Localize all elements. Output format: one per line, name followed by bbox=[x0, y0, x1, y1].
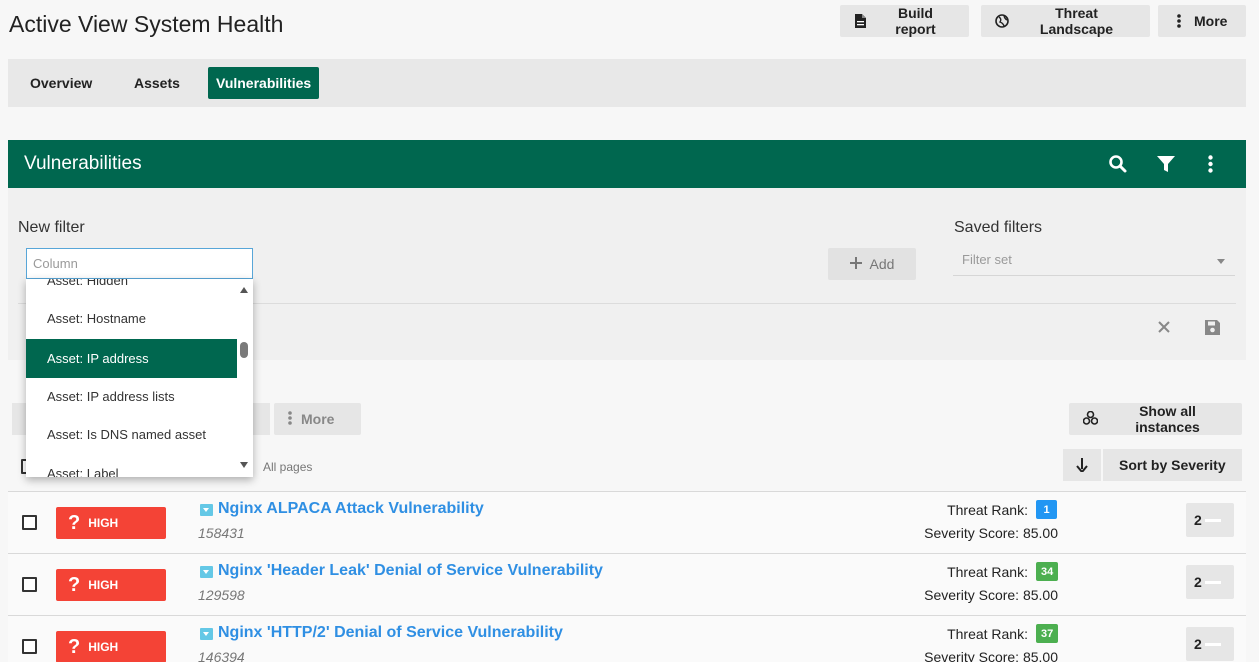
dropdown-scrollbar-thumb[interactable] bbox=[240, 342, 248, 358]
threat-rank-label: Threat Rank: bbox=[947, 626, 1028, 642]
saved-filters-label: Saved filters bbox=[954, 219, 1043, 236]
more-actions-button[interactable]: More bbox=[1158, 5, 1246, 37]
build-report-button[interactable]: Build report bbox=[840, 5, 969, 37]
vulnerability-row[interactable]: ? HIGH Nginx 'HTTP/2' Denial of Service … bbox=[8, 615, 1246, 662]
kebab-icon bbox=[288, 410, 292, 428]
tab-assets[interactable]: Assets bbox=[126, 67, 188, 99]
filter-set-select[interactable]: Filter set bbox=[953, 248, 1235, 276]
row-checkbox[interactable] bbox=[22, 639, 37, 654]
show-all-instances-label: Show all instances bbox=[1135, 403, 1200, 435]
expand-toggle-icon[interactable] bbox=[200, 628, 213, 640]
save-filter-icon[interactable] bbox=[1202, 317, 1222, 337]
severity-score: Severity Score: 85.00 bbox=[924, 649, 1058, 662]
bulk-more-button[interactable]: More bbox=[274, 403, 361, 435]
arrow-down-icon bbox=[1076, 458, 1088, 472]
vulnerability-row[interactable]: ? HIGH Nginx 'Header Leak' Denial of Ser… bbox=[8, 553, 1246, 615]
instance-count: 2 bbox=[1194, 512, 1202, 528]
globe-icon bbox=[995, 14, 1009, 28]
all-pages-option[interactable]: All pages bbox=[263, 460, 312, 474]
app-title: Active View System Health bbox=[9, 11, 284, 37]
severity-badge: ? HIGH bbox=[56, 569, 166, 601]
panel-title: Vulnerabilities bbox=[24, 153, 142, 174]
search-icon[interactable] bbox=[1106, 152, 1130, 176]
vulnerability-name-link[interactable]: Nginx 'Header Leak' Denial of Service Vu… bbox=[218, 562, 603, 580]
clear-filter-icon[interactable] bbox=[1154, 317, 1174, 337]
bulk-more-label: More bbox=[301, 411, 335, 427]
bar-icon bbox=[1204, 642, 1221, 646]
more-actions-label: More bbox=[1194, 13, 1228, 29]
threat-rank-label: Threat Rank: bbox=[947, 502, 1028, 518]
column-option[interactable]: Asset: Label bbox=[26, 454, 237, 477]
severity-label: HIGH bbox=[88, 578, 119, 592]
kebab-icon bbox=[1172, 14, 1186, 28]
instance-count: 2 bbox=[1194, 574, 1202, 590]
vulnerability-name-link[interactable]: Nginx ALPACA Attack Vulnerability bbox=[218, 500, 484, 518]
instance-count-button[interactable]: 2 bbox=[1186, 565, 1234, 599]
column-option[interactable]: Asset: Hidden bbox=[26, 279, 237, 300]
scroll-down-arrow-icon[interactable] bbox=[240, 462, 248, 468]
severity-badge: ? HIGH bbox=[56, 631, 166, 662]
threat-rank-badge: 1 bbox=[1036, 500, 1057, 519]
threat-rank-label: Threat Rank: bbox=[947, 564, 1028, 580]
column-option[interactable]: Asset: IP address lists bbox=[26, 377, 237, 416]
add-label: Add bbox=[869, 256, 895, 272]
severity-score: Severity Score: 85.00 bbox=[924, 587, 1058, 603]
sort-direction-button[interactable] bbox=[1063, 449, 1101, 481]
filter-icon[interactable] bbox=[1154, 152, 1178, 176]
vulnerability-id: 158431 bbox=[198, 525, 245, 541]
sort-control: Sort by Severity bbox=[1063, 449, 1242, 481]
vulnerability-id: 129598 bbox=[198, 587, 245, 603]
severity-score: Severity Score: 85.00 bbox=[924, 525, 1058, 541]
tab-vulnerabilities[interactable]: Vulnerabilities bbox=[208, 67, 320, 99]
filter-set-placeholder: Filter set bbox=[962, 252, 1012, 267]
column-dropdown: Asset: Hidden Asset: Hostname Asset: IP … bbox=[26, 279, 253, 477]
vulnerability-row[interactable]: ? HIGH Nginx ALPACA Attack Vulnerability… bbox=[8, 491, 1246, 553]
chevron-down-icon bbox=[1217, 259, 1225, 264]
panel-menu-icon[interactable] bbox=[1198, 152, 1222, 176]
bar-icon bbox=[1204, 580, 1221, 584]
column-option-selected[interactable]: Asset: IP address bbox=[26, 339, 237, 378]
vulnerability-name-link[interactable]: Nginx 'HTTP/2' Denial of Service Vulnera… bbox=[218, 624, 563, 642]
column-option[interactable]: Asset: Is DNS named asset bbox=[26, 415, 237, 454]
scroll-up-arrow-icon[interactable] bbox=[240, 287, 248, 293]
tab-overview[interactable]: Overview bbox=[22, 67, 100, 99]
row-checkbox[interactable] bbox=[22, 577, 37, 592]
new-filter-label: New filter bbox=[18, 219, 85, 236]
instance-count-button[interactable]: 2 bbox=[1186, 503, 1234, 537]
add-filter-button[interactable]: Add bbox=[828, 248, 916, 280]
show-all-instances-button[interactable]: Show all instances bbox=[1069, 403, 1242, 435]
threat-landscape-label: Threat Landscape bbox=[1039, 5, 1114, 37]
question-icon: ? bbox=[68, 511, 81, 534]
threat-landscape-button[interactable]: Threat Landscape bbox=[981, 5, 1150, 37]
bar-icon bbox=[1204, 518, 1221, 522]
question-icon: ? bbox=[68, 573, 81, 596]
tab-bar: Overview Assets Vulnerabilities bbox=[8, 59, 1246, 107]
severity-label: HIGH bbox=[88, 640, 119, 654]
threat-rank-badge: 37 bbox=[1036, 624, 1059, 643]
vulnerability-id: 146394 bbox=[198, 649, 245, 662]
severity-label: HIGH bbox=[88, 516, 119, 530]
threat-rank-badge: 34 bbox=[1036, 562, 1059, 581]
instance-count-button[interactable]: 2 bbox=[1186, 627, 1234, 661]
row-checkbox[interactable] bbox=[22, 515, 37, 530]
page: Active View System Health Build report T… bbox=[0, 0, 1259, 662]
column-option[interactable]: Asset: Hostname bbox=[26, 299, 237, 338]
column-input[interactable] bbox=[26, 248, 253, 279]
instances-icon bbox=[1082, 410, 1099, 428]
build-report-label: Build report bbox=[895, 5, 936, 37]
instance-count: 2 bbox=[1194, 636, 1202, 652]
vulnerabilities-panel-header: Vulnerabilities bbox=[8, 140, 1246, 188]
vulnerability-list: ? HIGH Nginx ALPACA Attack Vulnerability… bbox=[8, 491, 1246, 662]
severity-badge: ? HIGH bbox=[56, 507, 166, 539]
question-icon: ? bbox=[68, 635, 81, 658]
plus-icon bbox=[849, 256, 862, 272]
expand-toggle-icon[interactable] bbox=[200, 504, 213, 516]
document-icon bbox=[854, 14, 868, 28]
expand-toggle-icon[interactable] bbox=[200, 566, 213, 578]
sort-by-button[interactable]: Sort by Severity bbox=[1103, 449, 1242, 481]
